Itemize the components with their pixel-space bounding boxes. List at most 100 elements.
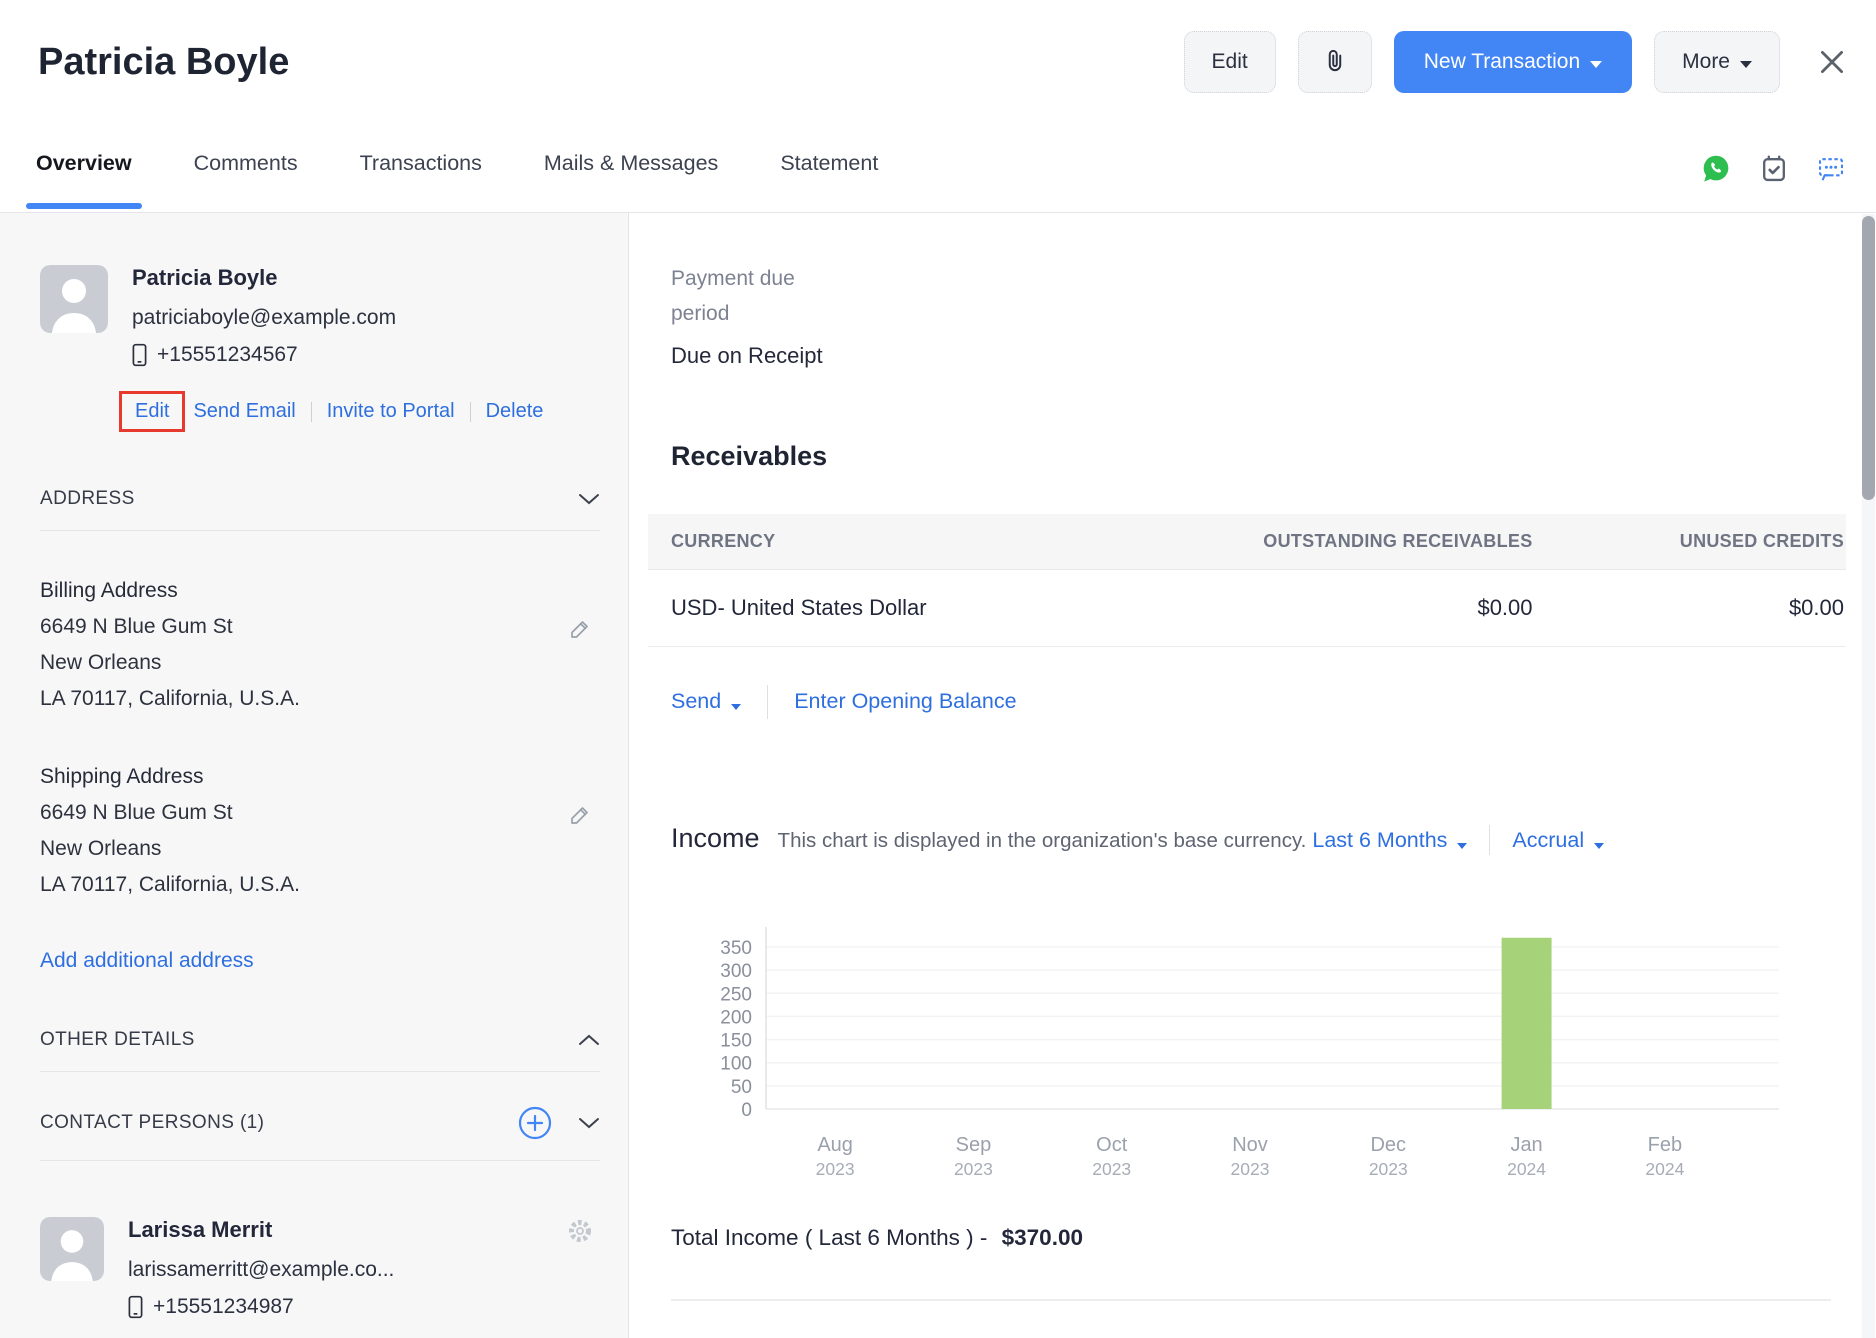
contact-person-email: larissamerritt@example.co... [128, 1258, 394, 1282]
edit-button[interactable]: Edit [1184, 31, 1276, 93]
svg-text:2023: 2023 [1369, 1159, 1408, 1179]
tab-transactions[interactable]: Transactions [360, 114, 482, 212]
more-button[interactable]: More [1654, 31, 1780, 93]
contact-persons-section-header[interactable]: CONTACT PERSONS (1) [40, 1106, 600, 1140]
close-button[interactable] [1814, 44, 1850, 80]
window-header: Patricia Boyle Edit New Transaction More [0, 0, 1876, 114]
chevron-up-icon [578, 1033, 600, 1047]
svg-text:0: 0 [741, 1100, 752, 1121]
tab-mails-messages[interactable]: Mails & Messages [544, 114, 718, 212]
chat-feedback-icon[interactable] [1816, 154, 1846, 184]
svg-text:2024: 2024 [1507, 1159, 1546, 1179]
income-title: Income [671, 823, 760, 854]
shipping-address-block: Shipping Address 6649 N Blue Gum St New … [40, 759, 600, 903]
svg-text:50: 50 [731, 1077, 752, 1098]
billing-address-label: Billing Address [40, 573, 556, 609]
delete-contact-link[interactable]: Delete [486, 400, 544, 423]
enter-opening-balance-link[interactable]: Enter Opening Balance [794, 689, 1016, 714]
add-additional-address-link[interactable]: Add additional address [40, 949, 600, 973]
shipping-address-line: 6649 N Blue Gum St [40, 795, 556, 831]
billing-address-line: LA 70117, California, U.S.A. [40, 681, 556, 717]
payment-due-period-label: Payment due period [671, 261, 826, 331]
currency-cell: USD- United States Dollar [648, 569, 1199, 646]
payment-due-period-value: Due on Receipt [671, 343, 1846, 369]
column-currency: CURRENCY [648, 514, 1199, 569]
income-range-dropdown[interactable]: Last 6 Months [1312, 828, 1467, 853]
separator [311, 402, 312, 422]
contact-person-settings-button[interactable] [566, 1217, 594, 1250]
other-details-section-header[interactable]: OTHER DETAILS [40, 1029, 600, 1051]
separator [470, 402, 471, 422]
chevron-down-icon [578, 1116, 600, 1130]
svg-text:2023: 2023 [816, 1159, 855, 1179]
income-chart-container: 050100150200250300350Aug2023Sep2023Oct20… [671, 917, 1846, 1190]
income-subtitle: This chart is displayed in the organizat… [778, 829, 1307, 853]
receivables-actions: Send Enter Opening Balance [671, 685, 1846, 719]
svg-text:100: 100 [720, 1054, 752, 1075]
invite-to-portal-link[interactable]: Invite to Portal [327, 400, 455, 423]
content-area: Patricia Boyle patriciaboyle@example.com… [0, 213, 1876, 1338]
tab-bar: Overview Comments Transactions Mails & M… [0, 114, 1876, 213]
caret-down-icon [1740, 61, 1752, 68]
income-total-label: Total Income ( Last 6 Months ) - [671, 1225, 987, 1250]
attachments-button[interactable] [1298, 31, 1372, 93]
billing-address-line: New Orleans [40, 645, 556, 681]
shipping-address-label: Shipping Address [40, 759, 556, 795]
svg-text:Oct: Oct [1096, 1134, 1128, 1156]
receivables-table: CURRENCY OUTSTANDING RECEIVABLES UNUSED … [648, 514, 1846, 647]
new-transaction-button[interactable]: New Transaction [1394, 31, 1632, 93]
send-dropdown[interactable]: Send [671, 689, 741, 714]
caret-down-icon [1457, 843, 1467, 849]
contact-details-page: { "colors": { "accent_blue": "#4285f4", … [0, 0, 1876, 1338]
tab-comments[interactable]: Comments [194, 114, 298, 212]
address-section-header[interactable]: ADDRESS [40, 488, 600, 510]
divider [671, 1299, 1831, 1301]
primary-contact-card: Patricia Boyle patriciaboyle@example.com… [40, 265, 600, 432]
whatsapp-icon[interactable] [1700, 153, 1732, 185]
edit-billing-address-button[interactable] [568, 617, 592, 653]
edit-shipping-address-button[interactable] [568, 803, 592, 839]
tab-overview[interactable]: Overview [36, 114, 132, 212]
svg-text:Jan: Jan [1510, 1134, 1542, 1156]
svg-text:Sep: Sep [956, 1134, 992, 1156]
income-total: Total Income ( Last 6 Months ) - $370.00 [671, 1225, 1846, 1251]
caret-down-icon [1594, 843, 1604, 849]
divider [40, 530, 600, 531]
contact-person-card: Larissa Merrit larissamerritt@example.co… [40, 1217, 600, 1319]
column-outstanding-receivables: OUTSTANDING RECEIVABLES [1199, 514, 1534, 569]
unused-credits-cell: $0.00 [1535, 569, 1846, 646]
billing-address-block: Billing Address 6649 N Blue Gum St New O… [40, 573, 600, 717]
active-tab-indicator [26, 203, 142, 209]
income-basis-dropdown[interactable]: Accrual [1512, 828, 1604, 853]
scrollbar-thumb[interactable] [1862, 216, 1875, 500]
mobile-phone-icon [128, 1295, 143, 1319]
send-email-link[interactable]: Send Email [193, 400, 295, 423]
shipping-address-line: LA 70117, California, U.S.A. [40, 867, 556, 903]
overview-main: Payment due period Due on Receipt Receiv… [629, 213, 1876, 1338]
paperclip-icon [1321, 48, 1349, 76]
contact-phone: +15551234567 [157, 343, 298, 367]
caret-down-icon [731, 704, 741, 710]
separator [1489, 825, 1490, 855]
pencil-icon [568, 617, 592, 641]
contact-person-phone: +15551234987 [153, 1295, 294, 1319]
receivables-title: Receivables [671, 441, 1846, 472]
edit-contact-link[interactable]: Edit [135, 400, 169, 422]
svg-text:2024: 2024 [1645, 1159, 1684, 1179]
contact-person-avatar [40, 1217, 104, 1281]
svg-text:Aug: Aug [817, 1134, 853, 1156]
contact-email: patriciaboyle@example.com [132, 306, 543, 330]
contact-avatar [40, 265, 108, 333]
chevron-down-icon [578, 492, 600, 506]
edit-annotation-box: Edit [119, 391, 185, 432]
tasks-clipboard-icon[interactable] [1759, 154, 1789, 184]
income-header: Income This chart is displayed in the or… [671, 823, 1846, 856]
svg-text:2023: 2023 [1092, 1159, 1131, 1179]
contact-name: Patricia Boyle [132, 265, 543, 291]
tab-statement[interactable]: Statement [780, 114, 878, 212]
plus-circle-icon [518, 1106, 552, 1140]
divider [40, 1071, 600, 1072]
page-title: Patricia Boyle [38, 41, 1162, 84]
add-contact-person-button[interactable] [518, 1106, 552, 1140]
separator [767, 685, 768, 719]
